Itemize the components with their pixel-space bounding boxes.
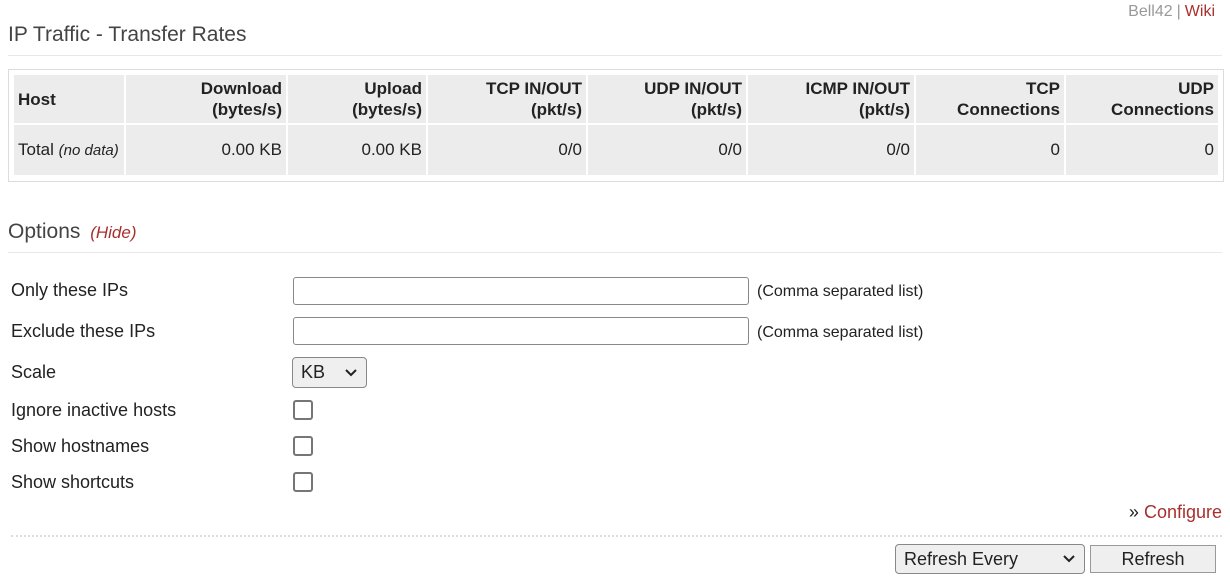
header-links: Bell42 | Wiki	[1128, 3, 1215, 21]
column-header-tcp-connections: TCP Connections	[916, 75, 1064, 123]
traffic-table: Host Download (bytes/s) Upload (bytes/s) T…	[12, 73, 1220, 177]
column-header-host: Host	[14, 75, 124, 123]
ignore-inactive-checkbox[interactable]	[293, 400, 313, 420]
refresh-interval-value: Refresh Every	[904, 548, 1019, 569]
ignore-inactive-label: Ignore inactive hosts	[11, 400, 177, 420]
options-divider	[8, 252, 1222, 253]
column-header-udp-connections: UDP Connections	[1066, 75, 1218, 123]
footer-divider	[11, 535, 1222, 537]
table-row: Total (no data) 0.00 KB 0.00 KB 0/0 0/0 …	[14, 125, 1218, 175]
chevron-down-icon	[1063, 555, 1075, 563]
column-header-download: Download (bytes/s)	[126, 75, 286, 123]
cell-upload: 0.00 KB	[288, 125, 426, 175]
show-hostnames-label: Show hostnames	[11, 436, 150, 456]
exclude-ips-label: Exclude these IPs	[11, 321, 156, 341]
page-title: IP Traffic - Transfer Rates	[8, 23, 247, 46]
table-header-row: Host Download (bytes/s) Upload (bytes/s) T…	[14, 75, 1218, 123]
only-ips-input[interactable]	[293, 277, 749, 305]
show-shortcuts-label: Show shortcuts	[11, 472, 135, 492]
cell-tcp-inout: 0/0	[428, 125, 586, 175]
column-header-udp-inout: UDP IN/OUT (pkt/s)	[588, 75, 746, 123]
cell-icmp-inout: 0/0	[748, 125, 914, 175]
hide-options-link[interactable]: (Hide)	[90, 223, 136, 242]
only-ips-label: Only these IPs	[11, 280, 129, 300]
title-divider	[8, 55, 1222, 56]
column-header-upload: Upload (bytes/s)	[288, 75, 426, 123]
refresh-interval-select[interactable]: Refresh Every	[895, 544, 1085, 574]
configure-link[interactable]: Configure	[1144, 502, 1222, 522]
cell-udp-inout: 0/0	[588, 125, 746, 175]
only-ips-hint: (Comma separated list)	[757, 283, 924, 300]
exclude-ips-input[interactable]	[293, 317, 749, 345]
exclude-ips-hint: (Comma separated list)	[757, 324, 924, 341]
cell-udp-connections: 0	[1066, 125, 1218, 175]
traffic-table-container: Host Download (bytes/s) Upload (bytes/s) T…	[8, 69, 1224, 182]
configure-arrow: »	[1128, 502, 1139, 522]
scale-label: Scale	[11, 362, 57, 382]
chevron-down-icon	[345, 368, 357, 376]
configure-area: » Configure	[1129, 502, 1222, 523]
refresh-button[interactable]: Refresh	[1090, 545, 1216, 573]
cell-download: 0.00 KB	[126, 125, 286, 175]
show-hostnames-checkbox[interactable]	[293, 436, 313, 456]
cell-host: Total (no data)	[14, 125, 124, 175]
separator: |	[1176, 3, 1181, 20]
show-shortcuts-checkbox[interactable]	[293, 472, 313, 492]
wiki-link[interactable]: Wiki	[1185, 3, 1215, 20]
column-header-tcp-inout: TCP IN/OUT (pkt/s)	[428, 75, 586, 123]
options-heading: Options (Hide)	[8, 220, 137, 243]
scale-select[interactable]: KB	[292, 357, 367, 388]
scale-select-value: KB	[301, 362, 326, 382]
router-name: Bell42	[1128, 3, 1173, 20]
cell-tcp-connections: 0	[916, 125, 1064, 175]
column-header-icmp-inout: ICMP IN/OUT (pkt/s)	[748, 75, 914, 123]
